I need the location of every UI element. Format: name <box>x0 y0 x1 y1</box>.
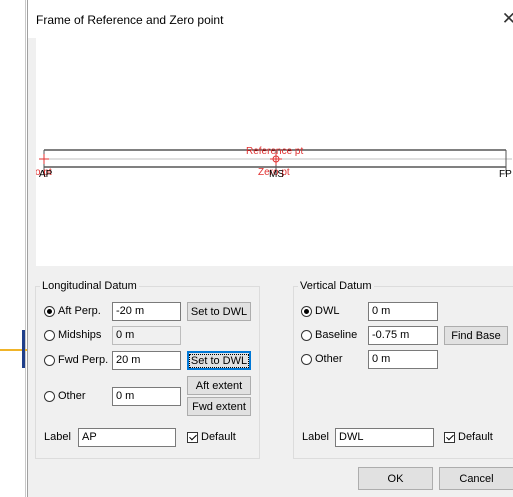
aft-perp-radio-dot[interactable] <box>44 305 55 317</box>
longitudinal-default-label: Default <box>201 431 236 443</box>
vertical-other-radio-dot[interactable] <box>301 353 312 365</box>
selection-marker <box>22 330 25 368</box>
find-base-button[interactable]: Find Base <box>444 326 508 345</box>
baseline-radio[interactable]: Baseline <box>301 329 357 341</box>
vertical-label-input[interactable]: DWL <box>335 428 434 447</box>
vertical-default-check[interactable] <box>444 431 455 443</box>
fwd-extent-button[interactable]: Fwd extent <box>187 397 251 416</box>
vertical-default-label: Default <box>458 431 493 443</box>
longitudinal-other-label: Other <box>58 390 86 402</box>
longitudinal-other-radio[interactable]: Other <box>44 390 86 402</box>
fwd-perp-radio[interactable]: Fwd Perp. <box>44 354 108 366</box>
aft-perp-input[interactable]: -20 m <box>112 302 181 321</box>
vertical-other-radio[interactable]: Other <box>301 353 343 365</box>
cancel-button[interactable]: Cancel <box>439 467 513 490</box>
fwd-perp-radio-dot[interactable] <box>44 354 55 366</box>
baseline-label: Baseline <box>315 329 358 341</box>
dialog-title: Frame of Reference and Zero point <box>36 13 224 27</box>
midships-label: Midships <box>58 329 102 341</box>
dwl-radio[interactable]: DWL <box>301 305 339 317</box>
longitudinal-datum-legend: Longitudinal Datum <box>40 280 139 292</box>
aft-perp-label: AP <box>39 169 53 180</box>
fwd-perp-label: FP <box>499 169 512 180</box>
fwd-perp-label: Fwd Perp. <box>58 354 109 366</box>
vertical-other-input[interactable]: 0 m <box>368 350 438 369</box>
aft-zero-marker <box>39 154 49 164</box>
baseline-input[interactable]: -0.75 m <box>368 326 438 345</box>
vertical-other-label: Other <box>315 353 343 365</box>
dwl-radio-dot[interactable] <box>301 305 312 317</box>
frame-of-reference-dialog: Frame of Reference and Zero point ✕ Refe… <box>27 0 513 497</box>
midships-radio-dot[interactable] <box>44 329 55 341</box>
longitudinal-other-radio-dot[interactable] <box>44 390 55 402</box>
longitudinal-default-checkbox[interactable]: Default <box>187 431 236 443</box>
longitudinal-label-input[interactable]: AP <box>78 428 176 447</box>
longitudinal-other-input[interactable]: 0 m <box>112 387 181 406</box>
close-icon[interactable]: ✕ <box>502 9 513 29</box>
vertical-label-caption: Label <box>302 431 329 443</box>
aft-set-to-dwl-button[interactable]: Set to DWL <box>187 302 251 321</box>
window-border-line <box>25 0 26 497</box>
reference-point-label: Reference pt <box>246 146 303 157</box>
midships-input[interactable]: 0 m <box>112 326 181 345</box>
midship-label: MS <box>269 169 284 180</box>
fwd-set-to-dwl-button[interactable]: Set to DWL <box>187 351 251 370</box>
dwl-label: DWL <box>315 305 340 317</box>
baseline-radio-dot[interactable] <box>301 329 312 341</box>
aft-perp-radio[interactable]: Aft Perp. <box>44 305 101 317</box>
hull-preview-canvas: Reference pt Zero pt Zero pt AP MS FP <box>36 38 513 266</box>
ok-button[interactable]: OK <box>358 467 433 490</box>
dwl-input[interactable]: 0 m <box>368 302 438 321</box>
vertical-default-checkbox[interactable]: Default <box>444 431 493 443</box>
longitudinal-default-check[interactable] <box>187 431 198 443</box>
vertical-datum-legend: Vertical Datum <box>298 280 374 292</box>
title-bar: Frame of Reference and Zero point ✕ <box>28 0 513 38</box>
background-window-edge <box>0 0 27 497</box>
fwd-perp-input[interactable]: 20 m <box>112 351 181 370</box>
aft-extent-button[interactable]: Aft extent <box>187 376 251 395</box>
longitudinal-label-caption: Label <box>44 431 71 443</box>
midships-radio[interactable]: Midships <box>44 329 101 341</box>
aft-perp-label: Aft Perp. <box>58 305 101 317</box>
